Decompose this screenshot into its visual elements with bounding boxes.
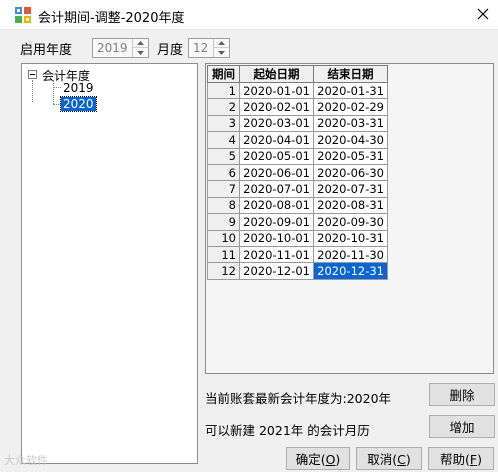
cell-end-date[interactable]: 2020-03-31 bbox=[313, 114, 388, 133]
table-row[interactable]: 1 2020-01-01 2020-01-31 bbox=[207, 81, 388, 100]
cell-end-date[interactable]: 2020-07-31 bbox=[313, 180, 388, 198]
cell-period[interactable]: 9 bbox=[207, 213, 240, 231]
cell-start-date[interactable]: 2020-02-01 bbox=[239, 98, 314, 116]
cancel-button-label: 取消(C) bbox=[367, 452, 411, 467]
cell-end-date[interactable]: 2020-10-31 bbox=[313, 229, 388, 247]
table-row[interactable]: 12 2020-12-01 2020-12-31 bbox=[207, 262, 388, 280]
month-up-button[interactable] bbox=[214, 39, 229, 48]
cell-start-date[interactable]: 2020-05-01 bbox=[239, 147, 314, 165]
month-down-button[interactable] bbox=[214, 48, 229, 57]
cell-end-date[interactable]: 2020-04-30 bbox=[313, 131, 388, 149]
tree-item-2019[interactable]: 2019 bbox=[62, 81, 95, 95]
watermark: 大众软件 bbox=[4, 454, 48, 467]
tree-connector bbox=[53, 87, 61, 88]
table-row[interactable]: 9 2020-09-01 2020-09-30 bbox=[207, 213, 388, 231]
table-row[interactable]: 3 2020-03-01 2020-03-31 bbox=[207, 114, 388, 133]
close-icon bbox=[477, 8, 489, 20]
chevron-down-icon bbox=[137, 50, 144, 55]
cell-start-date[interactable]: 2020-03-01 bbox=[239, 114, 314, 133]
chevron-up-icon bbox=[218, 41, 225, 45]
cell-period[interactable]: 6 bbox=[207, 163, 240, 182]
grid-body: 1 2020-01-01 2020-01-31 2 2020-02-01 2020-02-… bbox=[207, 81, 388, 280]
month-label: 月度 bbox=[157, 43, 184, 58]
cell-end-date[interactable]: 2020-08-31 bbox=[313, 196, 388, 215]
cell-start-date[interactable]: 2020-04-01 bbox=[239, 131, 314, 149]
ok-button[interactable]: 确定(O) bbox=[286, 447, 350, 470]
cell-period[interactable]: 3 bbox=[207, 114, 240, 133]
grid-header-row: 期间 起始日期 结束日期 bbox=[207, 65, 388, 83]
cell-period[interactable]: 8 bbox=[207, 196, 240, 215]
tree-item-2020[interactable]: 2020 bbox=[60, 96, 97, 112]
cell-period[interactable]: 5 bbox=[207, 147, 240, 165]
column-header-start-date[interactable]: 起始日期 bbox=[239, 65, 314, 83]
month-spin-buttons bbox=[213, 39, 229, 57]
cancel-button[interactable]: 取消(C) bbox=[356, 447, 422, 470]
cell-start-date[interactable]: 2020-11-01 bbox=[239, 245, 314, 264]
cell-period[interactable]: 7 bbox=[207, 180, 240, 198]
start-year-down-button[interactable] bbox=[133, 48, 148, 57]
window-title: 会计期间-调整-2020年度 bbox=[38, 11, 185, 26]
column-header-end-date[interactable]: 结束日期 bbox=[313, 65, 388, 83]
cell-end-date[interactable]: 2020-11-30 bbox=[313, 245, 388, 264]
cell-start-date[interactable]: 2020-10-01 bbox=[239, 229, 314, 247]
help-button[interactable]: 帮助(F) bbox=[428, 447, 494, 470]
start-year-up-button[interactable] bbox=[133, 39, 148, 48]
delete-button[interactable]: 删除 bbox=[429, 383, 495, 406]
add-button[interactable]: 增加 bbox=[429, 415, 495, 438]
cell-period[interactable]: 12 bbox=[207, 262, 240, 280]
column-header-period[interactable]: 期间 bbox=[207, 65, 240, 83]
cell-end-date[interactable]: 2020-01-31 bbox=[313, 81, 388, 100]
table-row[interactable]: 6 2020-06-01 2020-06-30 bbox=[207, 163, 388, 182]
start-year-spin-buttons bbox=[132, 39, 148, 57]
tree-collapse-icon[interactable] bbox=[28, 70, 37, 79]
start-year-value: 2019 bbox=[97, 41, 128, 55]
cell-end-date[interactable]: 2020-09-30 bbox=[313, 213, 388, 231]
help-button-label: 帮助(F) bbox=[440, 452, 482, 467]
cell-period[interactable]: 11 bbox=[207, 245, 240, 264]
month-spinner[interactable]: 12 bbox=[188, 38, 230, 58]
table-row[interactable]: 8 2020-08-01 2020-08-31 bbox=[207, 196, 388, 215]
start-year-spinner[interactable]: 2019 bbox=[92, 38, 149, 58]
latest-year-status: 当前账套最新会计年度为:2020年 bbox=[205, 391, 392, 406]
tree-connector bbox=[32, 80, 33, 102]
title-bar: 会计期间-调整-2020年度 bbox=[0, 0, 498, 30]
cell-end-date[interactable]: 2020-02-29 bbox=[313, 98, 388, 116]
ok-button-label: 确定(O) bbox=[295, 452, 341, 467]
cell-start-date[interactable]: 2020-01-01 bbox=[239, 81, 314, 100]
period-grid-panel: 期间 起始日期 结束日期 1 2020-01-01 2020-01-31 2 2020-… bbox=[205, 63, 494, 374]
chevron-up-icon bbox=[137, 41, 144, 45]
new-calendar-status: 可以新建 2021年 的会计月历 bbox=[205, 423, 370, 438]
cell-end-date[interactable]: 2020-05-31 bbox=[313, 147, 388, 165]
table-row[interactable]: 2 2020-02-01 2020-02-29 bbox=[207, 98, 388, 116]
cell-end-date[interactable]: 2020-06-30 bbox=[313, 163, 388, 182]
cell-end-date[interactable]: 2020-12-31 bbox=[313, 262, 388, 280]
cell-period[interactable]: 1 bbox=[207, 81, 240, 100]
cell-period[interactable]: 2 bbox=[207, 98, 240, 116]
tree-connector bbox=[53, 104, 61, 105]
cell-period[interactable]: 4 bbox=[207, 131, 240, 149]
table-row[interactable]: 11 2020-11-01 2020-11-30 bbox=[207, 245, 388, 264]
start-year-label: 启用年度 bbox=[20, 43, 73, 58]
cell-start-date[interactable]: 2020-06-01 bbox=[239, 163, 314, 182]
chevron-down-icon bbox=[218, 50, 225, 55]
cell-start-date[interactable]: 2020-12-01 bbox=[239, 262, 314, 280]
period-grid: 期间 起始日期 结束日期 1 2020-01-01 2020-01-31 2 2020-… bbox=[207, 65, 388, 280]
close-button[interactable] bbox=[470, 2, 496, 26]
table-row[interactable]: 5 2020-05-01 2020-05-31 bbox=[207, 147, 388, 165]
app-icon bbox=[15, 7, 31, 23]
table-row[interactable]: 7 2020-07-01 2020-07-31 bbox=[207, 180, 388, 198]
cell-start-date[interactable]: 2020-08-01 bbox=[239, 196, 314, 215]
table-row[interactable]: 4 2020-04-01 2020-04-30 bbox=[207, 131, 388, 149]
cell-start-date[interactable]: 2020-09-01 bbox=[239, 213, 314, 231]
fiscal-year-tree[interactable]: 会计年度 2019 2020 bbox=[21, 63, 198, 464]
cell-period[interactable]: 10 bbox=[207, 229, 240, 247]
table-row[interactable]: 10 2020-10-01 2020-10-31 bbox=[207, 229, 388, 247]
month-value: 12 bbox=[193, 41, 209, 55]
cell-start-date[interactable]: 2020-07-01 bbox=[239, 180, 314, 198]
